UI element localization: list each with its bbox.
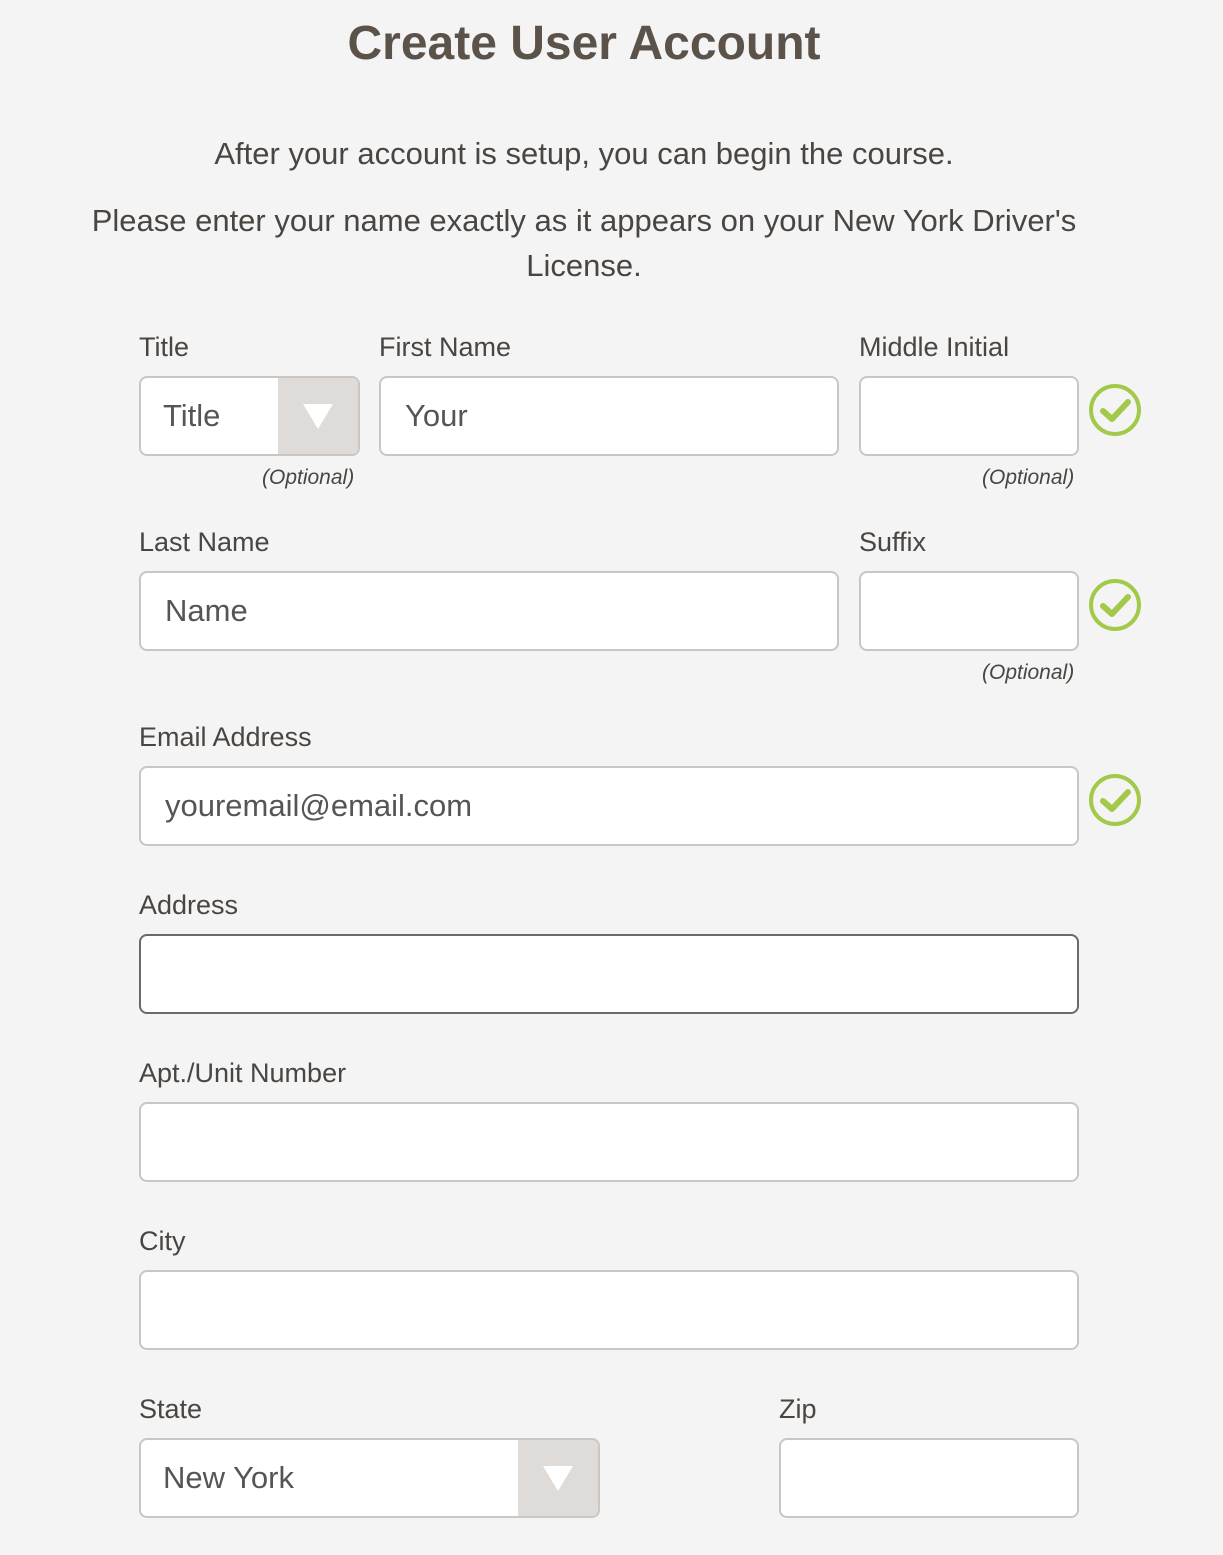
title-optional-note: (Optional) [262, 466, 355, 489]
middle-initial-optional-note: (Optional) [982, 466, 1075, 489]
page-title: Create User Account [347, 17, 821, 70]
title-select-button[interactable] [278, 378, 358, 454]
first-name-label: First Name [379, 332, 512, 362]
first-name-value: Your [405, 398, 468, 433]
state-select[interactable]: New York [139, 1438, 600, 1518]
apt-input[interactable] [139, 1102, 1079, 1182]
check-circle-icon [1089, 384, 1141, 436]
zip-label: Zip [779, 1394, 817, 1424]
apt-label: Apt./Unit Number [139, 1058, 347, 1088]
address-label: Address [139, 890, 239, 920]
intro-license-text: Please enter your name exactly as it app… [91, 203, 1077, 283]
middle-initial-input[interactable] [859, 376, 1079, 456]
suffix-label: Suffix [859, 527, 927, 557]
zip-input[interactable] [779, 1438, 1079, 1518]
state-select-value: New York [163, 1460, 294, 1495]
city-input[interactable] [139, 1270, 1079, 1350]
suffix-input[interactable] [859, 571, 1079, 651]
city-label: City [139, 1226, 186, 1256]
title-label: Title [139, 332, 190, 362]
email-input[interactable]: youremail@email.com [139, 766, 1079, 846]
triangle-down-icon [303, 404, 333, 429]
state-label: State [139, 1394, 203, 1424]
create-account-page: Create User Account After your account i… [0, 0, 1223, 1555]
state-select-button[interactable] [518, 1440, 598, 1516]
check-circle-icon [1089, 774, 1141, 826]
email-label: Email Address [139, 722, 312, 752]
title-select-value: Title [163, 398, 221, 433]
check-circle-icon [1089, 579, 1141, 631]
first-name-input[interactable]: Your [379, 376, 839, 456]
middle-initial-label: Middle Initial [859, 332, 1010, 362]
last-name-input[interactable]: Name [139, 571, 839, 651]
triangle-down-icon [543, 1466, 573, 1491]
suffix-optional-note: (Optional) [982, 661, 1075, 684]
last-name-label: Last Name [139, 527, 270, 557]
address-input[interactable] [139, 934, 1079, 1014]
email-value: youremail@email.com [165, 788, 473, 823]
intro-setup-text: After your account is setup, you can beg… [214, 136, 954, 171]
title-select[interactable]: Title [139, 376, 360, 456]
last-name-value: Name [165, 593, 248, 628]
